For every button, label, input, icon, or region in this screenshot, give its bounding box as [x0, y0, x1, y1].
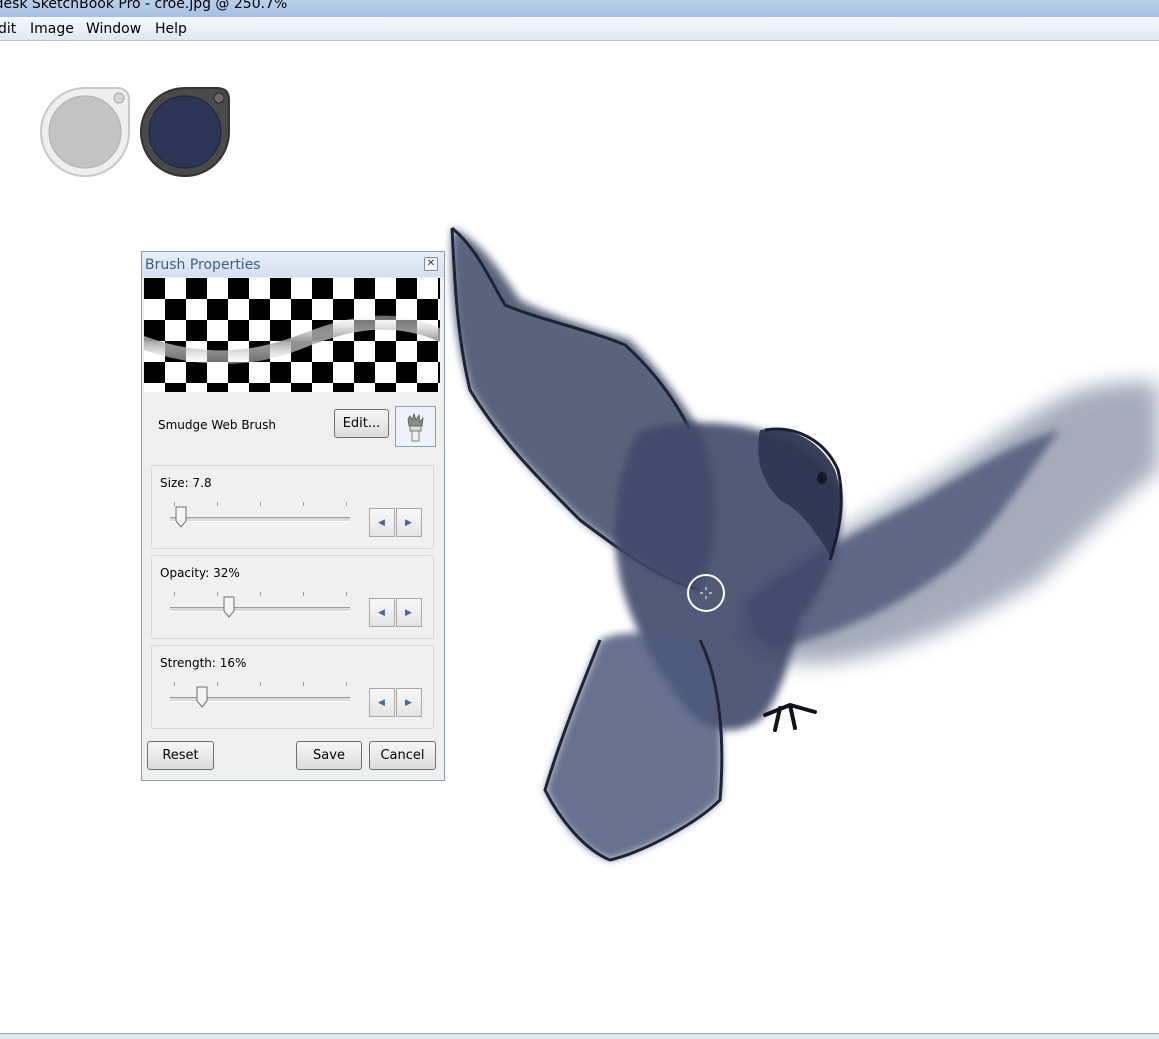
menu-bar: dit Image Window Help — [0, 17, 1159, 41]
brush-icon[interactable] — [395, 406, 436, 447]
arrow-right-icon: ▶ — [405, 517, 412, 527]
arrow-left-icon: ◀ — [378, 607, 385, 617]
save-button[interactable]: Save — [296, 741, 362, 770]
opacity-slider-track[interactable] — [170, 607, 350, 612]
raven-drawing — [450, 226, 1159, 862]
opacity-slider-group: Opacity: 32% ◀ ▶ — [151, 555, 434, 639]
brush-properties-panel: Brush Properties ✕ Smudge Web Brush Edit… — [141, 251, 445, 781]
menu-image[interactable]: Image — [30, 21, 74, 37]
strength-decrease-button[interactable]: ◀ — [369, 688, 395, 717]
opacity-label: Opacity: 32% — [160, 566, 240, 580]
slider-tick — [174, 682, 175, 686]
arrow-left-icon: ◀ — [378, 697, 385, 707]
panel-title: Brush Properties — [145, 257, 261, 273]
slider-tick — [260, 682, 261, 686]
cancel-button[interactable]: Cancel — [369, 741, 436, 770]
secondary-color-puck[interactable] — [139, 86, 231, 178]
slider-tick — [217, 682, 218, 686]
brush-name: Smudge Web Brush — [158, 418, 276, 432]
panel-header[interactable]: Brush Properties ✕ — [142, 252, 444, 277]
opacity-decrease-button[interactable]: ◀ — [369, 598, 395, 627]
slider-tick — [174, 592, 175, 596]
slider-tick — [346, 682, 347, 686]
strength-slider-thumb[interactable] — [196, 686, 208, 708]
size-slider-thumb[interactable] — [175, 506, 187, 528]
menu-edit[interactable]: dit — [0, 21, 16, 37]
size-decrease-button[interactable]: ◀ — [369, 508, 395, 537]
brush-preview — [144, 278, 440, 392]
menu-help[interactable]: Help — [155, 21, 187, 37]
size-slider-group: Size: 7.8 ◀ ▶ — [151, 465, 434, 549]
arrow-left-icon: ◀ — [378, 517, 385, 527]
slider-tick — [260, 592, 261, 596]
opacity-slider-thumb[interactable] — [223, 596, 235, 618]
slider-tick — [260, 502, 261, 506]
strength-label: Strength: 16% — [160, 656, 247, 670]
close-icon[interactable]: ✕ — [424, 257, 438, 271]
opacity-increase-button[interactable]: ▶ — [396, 598, 422, 627]
reset-button[interactable]: Reset — [147, 741, 214, 770]
status-strip — [0, 1033, 1159, 1039]
size-increase-button[interactable]: ▶ — [396, 508, 422, 537]
window-title: odesk SketchBook Pro - croe.jpg @ 250.7% — [0, 0, 288, 12]
strength-increase-button[interactable]: ▶ — [396, 688, 422, 717]
strength-slider-group: Strength: 16% ◀ ▶ — [151, 645, 434, 729]
window-title-bar: odesk SketchBook Pro - croe.jpg @ 250.7% — [0, 0, 1159, 17]
slider-tick — [217, 592, 218, 596]
menu-window[interactable]: Window — [86, 21, 141, 37]
slider-tick — [346, 502, 347, 506]
slider-tick — [303, 682, 304, 686]
arrow-right-icon: ▶ — [405, 607, 412, 617]
slider-tick — [217, 502, 218, 506]
slider-tick — [346, 592, 347, 596]
arrow-right-icon: ▶ — [405, 697, 412, 707]
size-label: Size: 7.8 — [160, 476, 212, 490]
slider-tick — [303, 592, 304, 596]
size-slider-track[interactable] — [170, 517, 350, 522]
edit-button[interactable]: Edit... — [334, 409, 389, 438]
primary-color-puck[interactable] — [39, 86, 131, 178]
slider-tick — [303, 502, 304, 506]
